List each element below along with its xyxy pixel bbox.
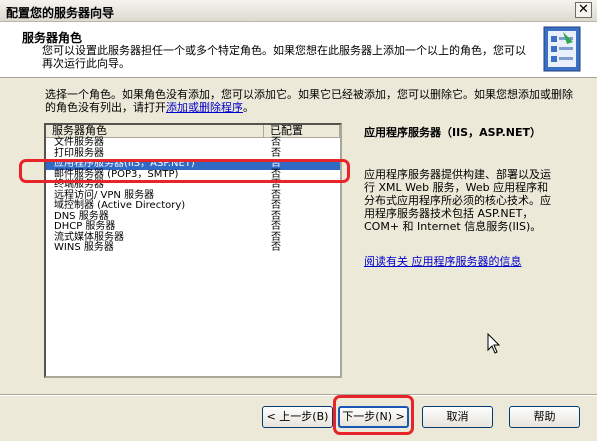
back-button[interactable]: < 上一步(B): [262, 406, 333, 428]
help-button[interactable]: 帮助: [509, 406, 580, 428]
mouse-cursor-icon: [487, 333, 501, 354]
role-detail-title: 应用程序服务器（IIS，ASP.NET）: [364, 126, 541, 139]
highlight-box-next-button: [333, 395, 414, 435]
page-description: 您可以设置此服务器担任一个或多个特定角色。如果您想在此服务器上添加一个以上的角色…: [42, 44, 526, 70]
list-item[interactable]: WINS 服务器否: [46, 242, 340, 254]
instruction-text: 选择一个角色。如果角色没有添加，您可以添加它。如果它已经被添加，您可以删除它。如…: [45, 88, 573, 114]
window-title: 配置您的服务器向导: [6, 6, 115, 20]
title-bar: 配置您的服务器向导 ✕: [0, 0, 597, 22]
highlight-box-selected-role: [19, 159, 350, 183]
button-separator: [0, 394, 597, 396]
list-item[interactable]: 文件服务器否: [46, 137, 340, 149]
wizard-header: 服务器角色 您可以设置此服务器担任一个或多个特定角色。如果您想在此服务器上添加一…: [0, 22, 597, 78]
add-remove-programs-link[interactable]: 添加或删除程序: [166, 101, 243, 114]
list-item[interactable]: 域控制器 (Active Directory) 否: [46, 200, 340, 212]
cancel-button[interactable]: 取消: [422, 406, 493, 428]
server-wizard-icon: [543, 26, 581, 72]
role-detail-description: 应用程序服务器提供构建、部署以及运行 XML Web 服务，Web 应用程序和分…: [364, 168, 551, 233]
close-button[interactable]: ✕: [575, 2, 592, 18]
role-info-link[interactable]: 阅读有关 应用程序服务器的信息: [364, 253, 522, 269]
list-item[interactable]: DHCP 服务器否: [46, 221, 340, 233]
